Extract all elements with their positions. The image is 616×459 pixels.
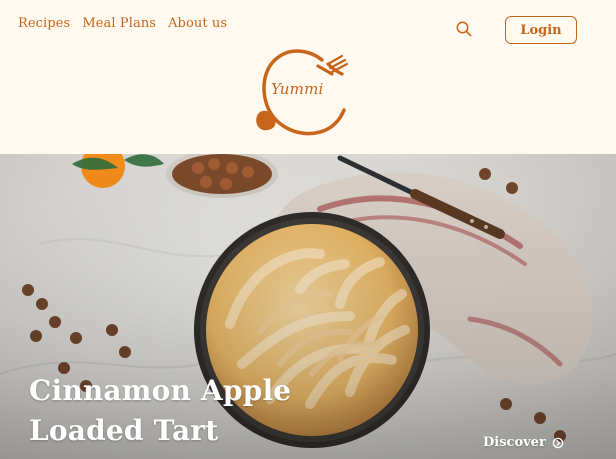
site-header: Recipes Meal Plans About us Login Yummi <box>0 0 616 154</box>
nav-item-recipes[interactable]: Recipes <box>18 16 70 31</box>
main-nav: Recipes Meal Plans About us <box>18 16 227 31</box>
search-icon[interactable] <box>455 20 473 38</box>
logo-text: Yummi <box>271 80 324 98</box>
discover-link[interactable]: Discover <box>483 435 564 450</box>
page: Recipes Meal Plans About us Login Yummi … <box>0 0 616 459</box>
discover-label: Discover <box>483 435 546 450</box>
hero-title: Cinnamon Apple Loaded Tart <box>29 371 291 451</box>
nav-item-about-us[interactable]: About us <box>168 16 227 31</box>
hero: Cinnamon Apple Loaded Tart Discover <box>0 154 616 459</box>
hero-title-line-2: Loaded Tart <box>29 414 219 447</box>
arrow-circle-icon <box>552 437 564 449</box>
hero-title-line-1: Cinnamon Apple <box>29 374 292 407</box>
login-button[interactable]: Login <box>505 16 577 44</box>
nav-item-meal-plans[interactable]: Meal Plans <box>82 16 156 31</box>
